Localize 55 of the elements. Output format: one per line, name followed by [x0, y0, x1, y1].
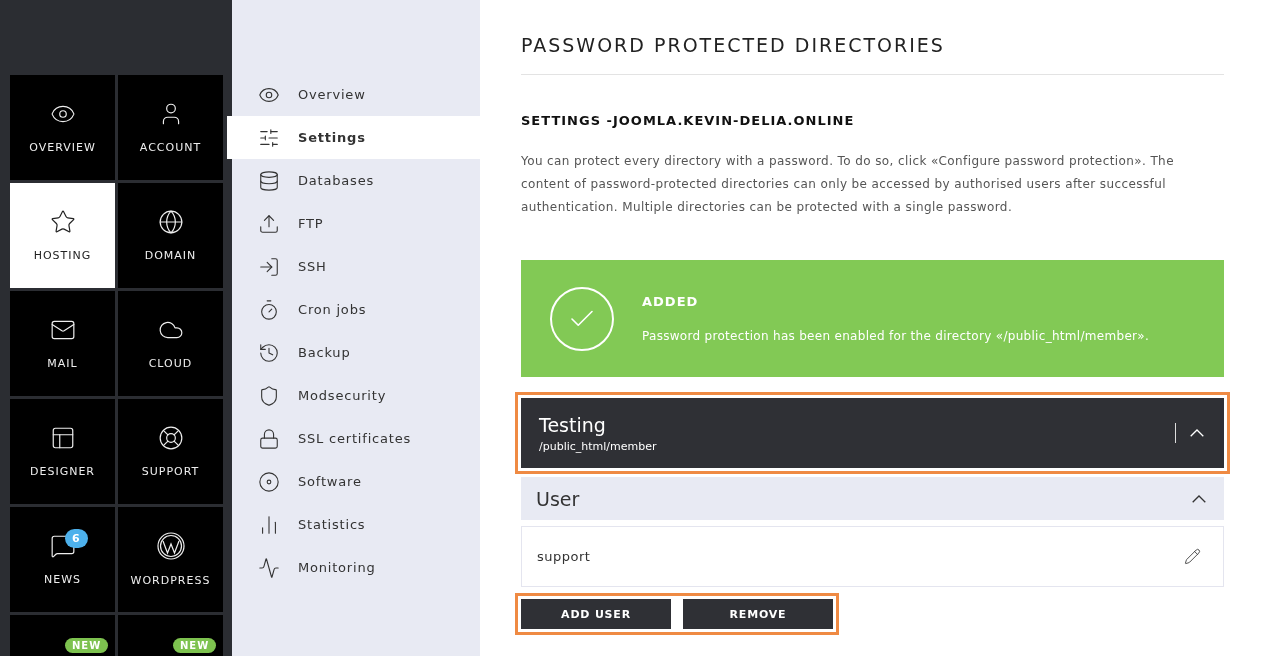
globe-icon: [157, 209, 184, 235]
submenu-item[interactable]: Backup: [232, 331, 480, 374]
nav-tile[interactable]: CLOUD: [118, 291, 223, 396]
submenu-item[interactable]: SSL certificates: [232, 417, 480, 460]
users-header[interactable]: User: [521, 477, 1224, 520]
nav-tile[interactable]: WORDPRESS: [118, 507, 223, 612]
nav-tile[interactable]: NEWS 6: [10, 507, 115, 612]
wordpress-icon: [156, 532, 185, 560]
alert-message: Password protection has been enabled for the directory «/public_html/member».: [642, 329, 1150, 343]
nav-tile[interactable]: OVERVIEW: [10, 75, 115, 180]
submenu-item[interactable]: Monitoring: [232, 546, 480, 589]
nav-tile[interactable]: SUPPORT: [118, 399, 223, 504]
nav-tile[interactable]: DESIGNER: [10, 399, 115, 504]
remove-button[interactable]: REMOVE: [683, 599, 833, 629]
new-badge: NEW: [173, 638, 217, 653]
check-circle-icon: [550, 286, 614, 351]
count-badge: 6: [65, 529, 88, 548]
new-badge: NEW: [65, 638, 109, 653]
chevron-up-icon[interactable]: [1190, 429, 1204, 437]
shield-icon: [258, 384, 280, 407]
submenu-item[interactable]: Overview: [232, 73, 480, 116]
upload-icon: [258, 212, 280, 235]
stopwatch-icon: [258, 298, 280, 321]
database-icon: [258, 169, 280, 192]
pencil-icon[interactable]: [1184, 548, 1201, 565]
history-icon: [258, 341, 280, 364]
submenu-item[interactable]: Cron jobs: [232, 288, 480, 331]
nav-tile[interactable]: MAIL: [10, 291, 115, 396]
submenu-item[interactable]: Databases: [232, 159, 480, 202]
submenu-item[interactable]: Settings: [227, 116, 480, 159]
lifebuoy-icon: [157, 425, 184, 451]
directory-header[interactable]: Testing /public_html/member: [521, 398, 1224, 468]
add-user-button[interactable]: ADD USER: [521, 599, 671, 629]
nav-tile[interactable]: ACCOUNT: [118, 75, 223, 180]
chevron-up-icon: [1192, 494, 1206, 503]
nav-tile[interactable]: HOSTING: [10, 183, 115, 288]
login-icon: [258, 255, 280, 278]
submenu-item[interactable]: Software: [232, 460, 480, 503]
submenu-item[interactable]: SSH: [232, 245, 480, 288]
page-title: PASSWORD PROTECTED DIRECTORIES: [521, 34, 1224, 75]
sliders-icon: [258, 126, 280, 149]
alert-title: ADDED: [642, 294, 700, 309]
submenu-item[interactable]: Modsecurity: [232, 374, 480, 417]
star-icon: [49, 209, 76, 235]
directory-name: Testing: [539, 413, 607, 436]
pulse-icon: [258, 556, 280, 579]
lock-icon: [258, 427, 280, 450]
disc-icon: [258, 470, 280, 493]
section-title: SETTINGS -JOOMLA.KEVIN-DELIA.ONLINE: [521, 113, 856, 128]
nav-tile[interactable]: DOMAIN: [118, 183, 223, 288]
description-text: You can protect every directory with a password. To do so, click «Configure password protection». The content of password-protected directories can only be accessed by authorised users after successful authentication. Multiple directories can be protected with a single password.: [521, 153, 1175, 216]
submenu-item[interactable]: FTP: [232, 202, 480, 245]
user-name: support: [537, 549, 591, 564]
submenu-item[interactable]: Statistics: [232, 503, 480, 546]
directory-path: /public_html/member: [539, 439, 657, 453]
